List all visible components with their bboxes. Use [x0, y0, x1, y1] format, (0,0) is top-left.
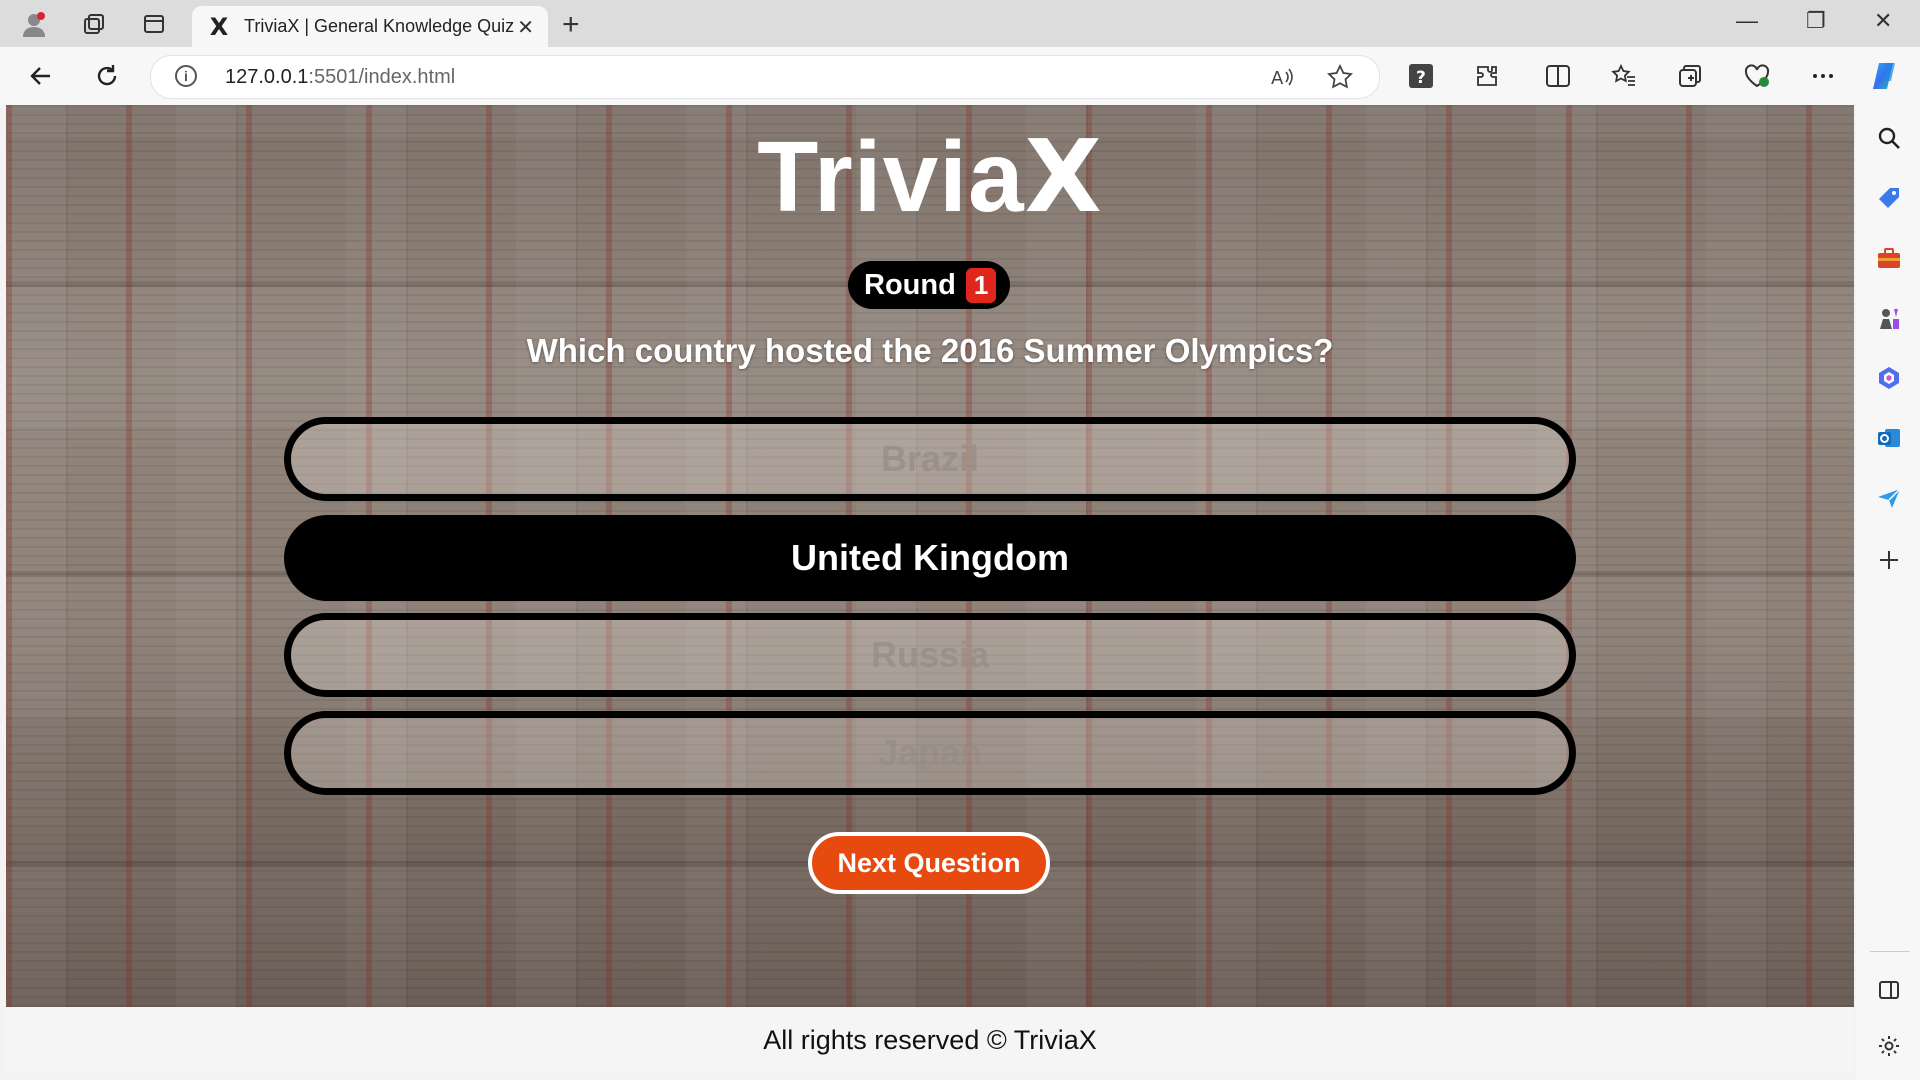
address-path: :5501/index.html — [308, 66, 456, 88]
address-bar[interactable]: i 127.0.0.1:5501/index.html A — [150, 55, 1380, 99]
answer-list: Brazil United Kingdom Russia Japan — [284, 417, 1576, 809]
page-footer: All rights reserved © TriviaX — [6, 1007, 1854, 1073]
games-icon[interactable] — [1874, 303, 1904, 333]
search-icon[interactable] — [1874, 123, 1904, 153]
new-tab-button[interactable]: + — [562, 8, 580, 42]
tab-title: TriviaX | General Knowledge Quiz — [244, 16, 515, 36]
read-aloud-icon[interactable]: A — [1269, 64, 1295, 96]
triviax-favicon-icon: X — [209, 12, 229, 41]
logo-x-text: X — [1024, 118, 1103, 235]
add-icon[interactable] — [1874, 545, 1904, 575]
round-label: Round — [864, 268, 956, 301]
favorites-icon[interactable] — [1607, 59, 1641, 93]
profile-icon[interactable] — [20, 10, 48, 38]
info-icon[interactable]: i — [175, 65, 197, 87]
answer-option-brazil[interactable]: Brazil — [284, 417, 1576, 501]
browser-sidebar — [1856, 105, 1920, 1080]
office-icon[interactable] — [1874, 363, 1904, 393]
refresh-icon[interactable] — [90, 59, 124, 93]
toolbox-icon[interactable] — [1874, 243, 1904, 273]
svg-text:?: ? — [1416, 68, 1426, 88]
tab-strip: X TriviaX | General Knowledge Quiz ✕ + —… — [0, 0, 1920, 47]
question-text: Which country hosted the 2016 Summer Oly… — [526, 332, 1334, 369]
logo-main-text: Trivia — [757, 121, 1025, 233]
split-screen-icon[interactable] — [1541, 59, 1575, 93]
minimize-icon[interactable]: — — [1736, 8, 1758, 34]
back-icon[interactable] — [24, 59, 58, 93]
answer-option-united-kingdom[interactable]: United Kingdom — [284, 515, 1576, 601]
settings-icon[interactable] — [1874, 1031, 1904, 1061]
more-icon[interactable] — [1806, 59, 1840, 93]
tab-actions-icon[interactable] — [140, 10, 168, 38]
address-host: 127.0.0.1 — [225, 66, 309, 88]
favorite-star-icon[interactable] — [1327, 63, 1353, 96]
send-icon[interactable] — [1874, 483, 1904, 513]
round-badge: Round 1 — [848, 261, 1011, 309]
tag-icon[interactable] — [1874, 183, 1904, 213]
sidebar-divider — [1870, 951, 1910, 952]
page-viewport: TriviaX Round 1 Which country hosted the… — [6, 105, 1854, 1007]
health-icon[interactable] — [1740, 59, 1774, 93]
triviax-logo: TriviaX — [6, 127, 1854, 228]
close-window-icon[interactable]: ✕ — [1874, 8, 1892, 34]
next-question-button[interactable]: Next Question — [808, 832, 1050, 894]
help-icon[interactable]: ? — [1404, 59, 1438, 93]
collections-icon[interactable] — [80, 10, 108, 38]
answer-option-russia[interactable]: Russia — [284, 613, 1576, 697]
restore-icon[interactable]: ❐ — [1806, 8, 1826, 34]
answer-option-japan[interactable]: Japan — [284, 711, 1576, 795]
round-number: 1 — [965, 267, 997, 303]
sidebar-toggle-icon[interactable] — [1874, 975, 1904, 1005]
collections-icon[interactable] — [1673, 59, 1707, 93]
outlook-icon[interactable] — [1874, 423, 1904, 453]
copilot-icon[interactable] — [1868, 59, 1902, 93]
extensions-icon[interactable] — [1470, 59, 1504, 93]
address-text[interactable]: 127.0.0.1:5501/index.html — [225, 66, 455, 89]
close-tab-icon[interactable]: ✕ — [517, 15, 534, 40]
browser-toolbar: i 127.0.0.1:5501/index.html A ? — [0, 47, 1920, 105]
svg-text:A: A — [1271, 68, 1284, 89]
active-tab[interactable]: X TriviaX | General Knowledge Quiz ✕ — [192, 6, 548, 47]
